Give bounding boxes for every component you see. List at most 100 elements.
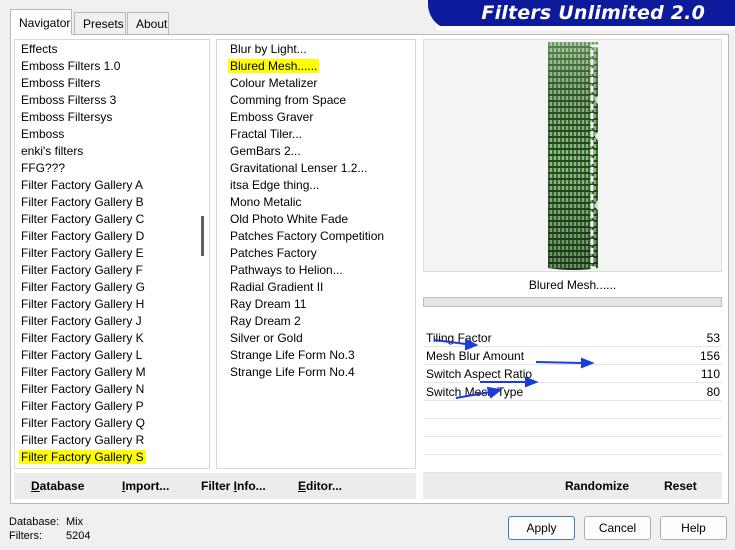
filter-item[interactable]: Old Photo White Fade	[230, 211, 348, 228]
category-item[interactable]: Effects	[21, 41, 57, 58]
category-item[interactable]: Filter Factory Gallery R	[21, 432, 144, 449]
param-value: 110	[700, 367, 720, 381]
param-row-empty[interactable]	[424, 437, 722, 455]
filter-item-label: Fractal Tiler...	[230, 127, 303, 141]
category-item-label: Emboss	[21, 127, 65, 141]
category-item-label: Filter Factory Gallery M	[21, 365, 146, 379]
filter-item-label: Gravitational Lenser 1.2...	[230, 161, 368, 175]
filter-item[interactable]: Emboss Graver	[230, 109, 313, 126]
category-item-label: Filter Factory Gallery L	[21, 348, 143, 362]
category-item[interactable]: FFG???	[21, 160, 65, 177]
category-item-label: Filter Factory Gallery D	[21, 229, 145, 243]
tab-navigator[interactable]: Navigator	[10, 9, 72, 35]
category-item-label: Filter Factory Gallery F	[21, 263, 144, 277]
category-item[interactable]: Filter Factory Gallery C	[21, 211, 144, 228]
category-list[interactable]: Effects Emboss Filters 1.0 Emboss Filters E…	[14, 39, 210, 469]
category-item[interactable]: Filter Factory Gallery B	[21, 194, 144, 211]
category-item[interactable]: Emboss Filtersys	[21, 109, 112, 126]
filter-item[interactable]: Ray Dream 2	[230, 313, 301, 330]
category-item[interactable]: Filter Factory Gallery K	[21, 330, 144, 347]
filter-item[interactable]: Patches Factory Competition	[230, 228, 384, 245]
category-item-label: Filter Factory Gallery C	[21, 212, 145, 226]
filter-item[interactable]: Strange Life Form No.3	[230, 347, 355, 364]
param-row-empty[interactable]	[424, 419, 722, 437]
import-button[interactable]: Import...	[122, 479, 169, 493]
param-row-empty[interactable]	[424, 455, 722, 473]
category-item-label: Filter Factory Gallery E	[21, 246, 144, 260]
category-item[interactable]: Emboss Filterss 3	[21, 92, 116, 109]
apply-button[interactable]: Apply	[508, 516, 575, 540]
category-item[interactable]: Filter Factory Gallery G	[21, 279, 145, 296]
category-item[interactable]: Filter Factory Gallery A	[21, 177, 143, 194]
filter-item[interactable]: Fractal Tiler...	[230, 126, 302, 143]
cancel-button[interactable]: Cancel	[584, 516, 651, 540]
title-banner: Filters Unlimited 2.0	[428, 0, 735, 30]
category-item-label: FFG???	[21, 161, 66, 175]
preview-image	[548, 42, 602, 270]
filter-item[interactable]: Silver or Gold	[230, 330, 303, 347]
status-database-value: Mix	[66, 516, 84, 528]
filter-item[interactable]: Radial Gradient II	[230, 279, 323, 296]
param-value: 53	[706, 331, 720, 345]
filter-item-label: Strange Life Form No.4	[230, 365, 355, 379]
category-item[interactable]: Filter Factory Gallery P	[21, 398, 144, 415]
category-item-label: Filter Factory Gallery B	[21, 195, 144, 209]
filter-list[interactable]: Blur by Light... Blured Mesh...... Colour …	[216, 39, 416, 469]
filter-item[interactable]: Strange Life Form No.4	[230, 364, 355, 381]
category-item[interactable]: Filter Factory Gallery H	[21, 296, 144, 313]
tab-presets[interactable]: Presets	[74, 12, 126, 34]
filter-item[interactable]: Pathways to Helion...	[230, 262, 343, 279]
category-item-selected[interactable]: Filter Factory Gallery S	[19, 449, 146, 466]
category-item-label: Filter Factory Gallery S	[19, 450, 146, 464]
filter-item[interactable]: Comming from Space	[230, 92, 346, 109]
filter-item-label: Patches Factory	[230, 246, 317, 260]
filter-item[interactable]: Patches Factory	[230, 245, 317, 262]
category-item[interactable]: Filter Factory Gallery F	[21, 262, 143, 279]
category-scrollbar-thumb[interactable]	[201, 216, 204, 256]
randomize-button[interactable]: Randomize	[565, 479, 629, 493]
category-item[interactable]: Filter Factory Gallery Q	[21, 415, 145, 432]
filter-item-label: Colour Metalizer	[230, 76, 318, 90]
category-item[interactable]: Filter Factory Gallery L	[21, 347, 142, 364]
category-item[interactable]: Filter Factory Gallery E	[21, 245, 144, 262]
help-button[interactable]: Help	[660, 516, 727, 540]
filter-item[interactable]: Colour Metalizer	[230, 75, 317, 92]
category-item[interactable]: Filter Factory Gallery D	[21, 228, 144, 245]
category-item-label: Filter Factory Gallery J	[21, 314, 142, 328]
editor-button[interactable]: Editor...	[298, 479, 342, 493]
status-filters-value: 5204	[66, 530, 91, 542]
category-item-label: Emboss Filters	[21, 76, 101, 90]
filter-info-button[interactable]: Filter Info...	[201, 479, 266, 493]
category-item[interactable]: Filter Factory Gallery M	[21, 364, 146, 381]
param-value: 156	[699, 349, 720, 363]
category-item[interactable]: Filter Factory Gallery N	[21, 381, 144, 398]
filter-item-label: Mono Metalic	[230, 195, 302, 209]
category-item[interactable]: Emboss Filters	[21, 75, 100, 92]
category-item-label: Filter Factory Gallery H	[21, 297, 145, 311]
category-item[interactable]: enki's filters	[21, 143, 83, 160]
category-item-label: Filter Factory Gallery Q	[21, 416, 146, 430]
category-item[interactable]: Filter Factory Gallery J	[21, 313, 142, 330]
filter-item[interactable]: Mono Metalic	[230, 194, 301, 211]
reset-button[interactable]: Reset	[664, 479, 697, 493]
category-item-label: Emboss Filters 1.0	[21, 59, 121, 73]
filter-item-label: itsa Edge thing...	[230, 178, 320, 192]
filter-item[interactable]: Blur by Light...	[230, 41, 307, 58]
filter-item-label: Blur by Light...	[230, 42, 307, 56]
database-button[interactable]: Database	[31, 479, 84, 493]
category-item[interactable]: Emboss	[21, 126, 64, 143]
app-title: Filters Unlimited 2.0	[481, 2, 705, 24]
filter-item-selected[interactable]: Blured Mesh......	[228, 58, 320, 75]
category-item[interactable]: Emboss Filters 1.0	[21, 58, 120, 75]
filter-item-label: Emboss Graver	[230, 110, 314, 124]
tab-about[interactable]: About	[127, 12, 169, 34]
category-item-label: Effects	[21, 42, 58, 56]
filter-item[interactable]: itsa Edge thing...	[230, 177, 319, 194]
filter-item-label: Ray Dream 2	[230, 314, 301, 328]
filter-item-label: Comming from Space	[230, 93, 347, 107]
filter-item[interactable]: GemBars 2...	[230, 143, 301, 160]
status-database-label: Database:	[9, 516, 60, 528]
filter-item[interactable]: Ray Dream 11	[230, 296, 306, 313]
preview-progress-bar	[423, 297, 722, 307]
filter-item[interactable]: Gravitational Lenser 1.2...	[230, 160, 367, 177]
